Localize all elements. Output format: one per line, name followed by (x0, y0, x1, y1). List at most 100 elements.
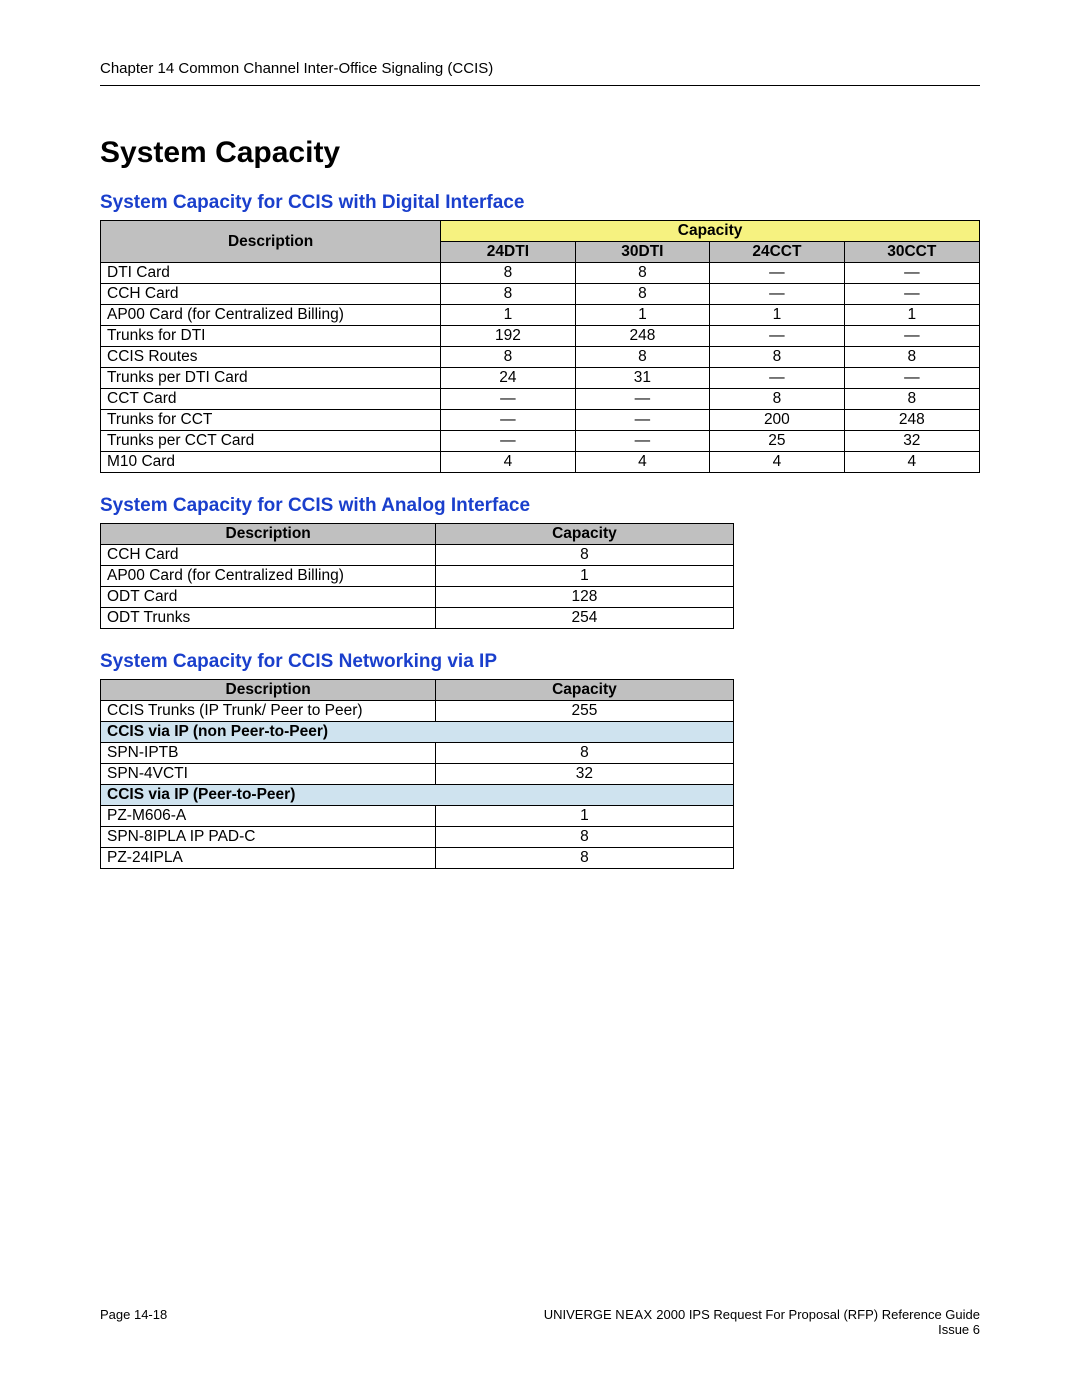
cell-value: 1 (436, 806, 733, 827)
cell-value: 248 (575, 326, 709, 347)
table-row: SPN-IPTB8 (101, 743, 734, 764)
table-digital: Description Capacity 24DTI30DTI24CCT30CC… (100, 220, 980, 473)
cell-value: 4 (710, 452, 844, 473)
cell-value: 8 (441, 347, 575, 368)
cell-value: 8 (710, 389, 844, 410)
cell-subheader: CCIS via IP (Peer-to-Peer) (101, 785, 734, 806)
cell-value: 128 (436, 587, 733, 608)
th-description: Description (101, 524, 436, 545)
cell-value: 192 (441, 326, 575, 347)
cell-value: — (575, 389, 709, 410)
cell-value: 25 (710, 431, 844, 452)
table-subheader: CCIS via IP (Peer-to-Peer) (101, 785, 734, 806)
cell-value: — (441, 431, 575, 452)
cell-value: — (441, 410, 575, 431)
cell-description: Trunks for DTI (101, 326, 441, 347)
cell-value: 8 (436, 545, 733, 566)
cell-value: — (844, 284, 979, 305)
cell-value: 24 (441, 368, 575, 389)
cell-description: AP00 Card (for Centralized Billing) (101, 305, 441, 326)
cell-description: SPN-4VCTI (101, 764, 436, 785)
th-description: Description (101, 680, 436, 701)
cell-value: 8 (575, 284, 709, 305)
cell-value: 8 (575, 263, 709, 284)
cell-description: AP00 Card (for Centralized Billing) (101, 566, 436, 587)
footer-page: Page 14-18 (100, 1307, 167, 1337)
table-row: Trunks per DTI Card2431—— (101, 368, 980, 389)
cell-value: 1 (844, 305, 979, 326)
cell-value: — (441, 389, 575, 410)
cell-value: — (710, 368, 844, 389)
th-col: 30CCT (844, 242, 979, 263)
th-col: 24DTI (441, 242, 575, 263)
table-subheader: CCIS via IP (non Peer-to-Peer) (101, 722, 734, 743)
table-row: ODT Card128 (101, 587, 734, 608)
cell-value: 4 (441, 452, 575, 473)
header-rule (100, 85, 980, 86)
table-row: SPN-4VCTI32 (101, 764, 734, 785)
cell-description: Trunks per DTI Card (101, 368, 441, 389)
th-capacity: Capacity (441, 221, 980, 242)
cell-value: 32 (436, 764, 733, 785)
table-row: CCH Card88—— (101, 284, 980, 305)
cell-description: M10 Card (101, 452, 441, 473)
cell-value: 1 (710, 305, 844, 326)
cell-value: 4 (575, 452, 709, 473)
table-row: DTI Card88—— (101, 263, 980, 284)
cell-value: — (844, 368, 979, 389)
table-row: Trunks per CCT Card——2532 (101, 431, 980, 452)
cell-description: Trunks for CCT (101, 410, 441, 431)
cell-value: 1 (575, 305, 709, 326)
table-row: M10 Card4444 (101, 452, 980, 473)
th-col: 24CCT (710, 242, 844, 263)
cell-value: 1 (436, 566, 733, 587)
cell-value: — (844, 326, 979, 347)
cell-subheader: CCIS via IP (non Peer-to-Peer) (101, 722, 734, 743)
page-footer: Page 14-18 UNIVERGE NEAX 2000 IPS Reques… (100, 1307, 980, 1337)
th-capacity: Capacity (436, 680, 733, 701)
cell-value: 248 (844, 410, 979, 431)
table-row: CCIS Trunks (IP Trunk/ Peer to Peer)255 (101, 701, 734, 722)
table-row: AP00 Card (for Centralized Billing)1111 (101, 305, 980, 326)
cell-value: 32 (844, 431, 979, 452)
table-row: Trunks for DTI192248—— (101, 326, 980, 347)
cell-description: ODT Trunks (101, 608, 436, 629)
cell-value: 8 (575, 347, 709, 368)
footer-issue: Issue 6 (938, 1322, 980, 1337)
table-row: CCT Card——88 (101, 389, 980, 410)
table-row: PZ-24IPLA8 (101, 848, 734, 869)
cell-description: CCIS Trunks (IP Trunk/ Peer to Peer) (101, 701, 436, 722)
cell-value: 8 (436, 848, 733, 869)
cell-value: 254 (436, 608, 733, 629)
cell-description: PZ-M606-A (101, 806, 436, 827)
cell-value: 1 (441, 305, 575, 326)
cell-description: ODT Card (101, 587, 436, 608)
cell-value: 31 (575, 368, 709, 389)
cell-value: — (575, 431, 709, 452)
cell-description: CCIS Routes (101, 347, 441, 368)
table-row: SPN-8IPLA IP PAD-C8 (101, 827, 734, 848)
table-row: PZ-M606-A1 (101, 806, 734, 827)
cell-value: 8 (710, 347, 844, 368)
table-row: ODT Trunks254 (101, 608, 734, 629)
page-title: System Capacity (100, 136, 980, 170)
heading-digital: System Capacity for CCIS with Digital In… (100, 192, 980, 214)
cell-description: CCH Card (101, 545, 436, 566)
cell-description: CCH Card (101, 284, 441, 305)
cell-value: 8 (844, 347, 979, 368)
running-header: Chapter 14 Common Channel Inter-Office S… (100, 60, 980, 77)
cell-value: 4 (844, 452, 979, 473)
cell-value: — (710, 263, 844, 284)
cell-value: 8 (441, 263, 575, 284)
heading-ip: System Capacity for CCIS Networking via … (100, 651, 980, 673)
cell-description: PZ-24IPLA (101, 848, 436, 869)
table-row: Trunks for CCT——200248 (101, 410, 980, 431)
cell-value: 8 (844, 389, 979, 410)
cell-description: DTI Card (101, 263, 441, 284)
cell-description: CCT Card (101, 389, 441, 410)
table-row: CCIS Routes8888 (101, 347, 980, 368)
table-ip: Description Capacity CCIS Trunks (IP Tru… (100, 679, 734, 869)
cell-description: SPN-8IPLA IP PAD-C (101, 827, 436, 848)
table-row: AP00 Card (for Centralized Billing)1 (101, 566, 734, 587)
cell-value: — (575, 410, 709, 431)
